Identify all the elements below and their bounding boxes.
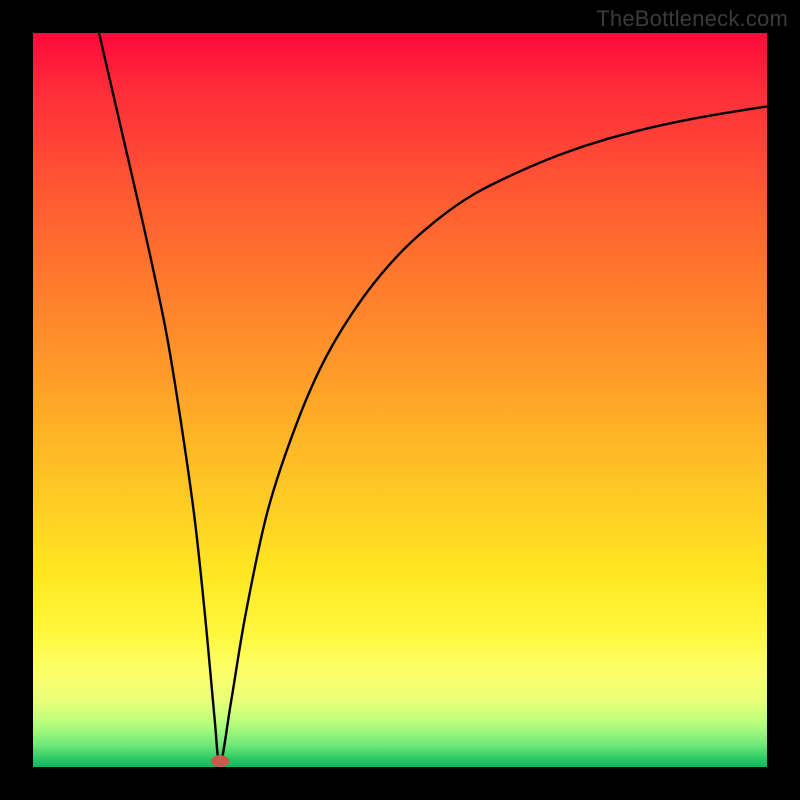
plot-area: [33, 33, 767, 767]
chart-svg: [33, 33, 767, 767]
chart-frame: TheBottleneck.com: [0, 0, 800, 800]
watermark-text: TheBottleneck.com: [596, 6, 788, 32]
minimum-marker: [211, 755, 229, 767]
curve-line: [99, 33, 767, 763]
